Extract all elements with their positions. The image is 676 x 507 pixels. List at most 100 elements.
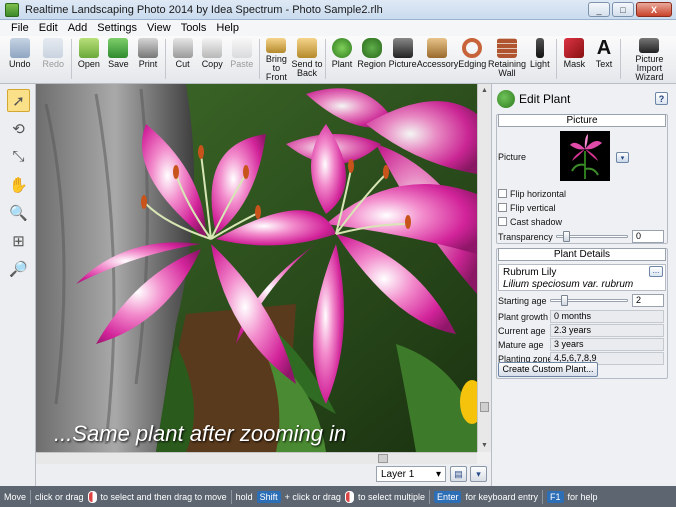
zoom-in-icon[interactable]: 🔍 <box>7 201 30 224</box>
copy-icon <box>202 38 223 58</box>
cast-shadow-label: Cast shadow <box>510 217 563 227</box>
mature-age-value: 3 years <box>550 338 664 351</box>
region-icon <box>361 38 382 58</box>
menu-tools[interactable]: Tools <box>176 22 212 34</box>
picture-dropdown-button[interactable]: ▾ <box>616 152 629 163</box>
menu-view[interactable]: View <box>142 22 176 34</box>
menu-settings[interactable]: Settings <box>92 22 142 34</box>
current-age-value: 2.3 years <box>550 324 664 337</box>
layer-menu-button[interactable]: ▾ <box>470 466 487 482</box>
toolbar-separator <box>71 39 73 79</box>
menu-bar: File Edit Add Settings View Tools Help <box>0 20 676 36</box>
mouse-left-icon <box>344 490 354 503</box>
horizontal-scroll-thumb[interactable] <box>378 454 388 463</box>
copy-button[interactable]: Copy <box>197 36 227 82</box>
minimize-button[interactable]: _ <box>588 2 610 17</box>
status-hint-multiple: to select multiple <box>357 491 425 502</box>
menu-add[interactable]: Add <box>63 22 93 34</box>
print-button[interactable]: Print <box>133 36 163 82</box>
save-icon <box>108 38 129 58</box>
text-button[interactable]: A Text <box>590 36 618 82</box>
status-plus-click: + click or drag <box>284 491 341 502</box>
flip-vertical-label: Flip vertical <box>510 203 556 213</box>
help-button[interactable]: ? <box>655 92 668 105</box>
cut-button[interactable]: Cut <box>168 36 198 82</box>
photo-caption: ...Same plant after zooming in <box>54 421 347 446</box>
plant-button[interactable]: Plant <box>328 36 357 82</box>
accessory-icon <box>427 38 448 58</box>
status-bar: Move click or drag to select and then dr… <box>0 486 676 507</box>
window-title: Realtime Landscaping Photo 2014 by Idea … <box>25 3 383 16</box>
transparency-input[interactable]: 0 <box>632 230 664 243</box>
edit-plant-panel: Edit Plant ? Picture Picture ▾ Flip hori… <box>491 84 676 486</box>
starting-age-label: Starting age <box>498 296 547 306</box>
status-separator <box>428 489 430 504</box>
open-button[interactable]: Open <box>74 36 104 82</box>
status-f1-hint: for help <box>567 491 598 502</box>
edging-button[interactable]: Edging <box>456 36 488 82</box>
transparency-label: Transparency <box>498 232 553 242</box>
cast-shadow-checkbox[interactable] <box>498 217 507 226</box>
photo-canvas[interactable]: ...Same plant after zooming in <box>36 84 477 452</box>
close-button[interactable]: X <box>636 2 672 17</box>
pan-hand-icon[interactable]: ✋ <box>7 173 30 196</box>
send-to-back-button[interactable]: Send to Back <box>291 36 323 82</box>
zoom-fit-icon[interactable]: ⊞ <box>7 229 30 252</box>
redo-button[interactable]: Redo <box>38 36 70 82</box>
rotate-icon[interactable]: ⟲ <box>7 117 30 140</box>
layer-bar: Layer 1 ▾ ▤ ▾ <box>36 464 491 486</box>
picture-label: Picture <box>498 152 527 162</box>
light-button[interactable]: Light <box>526 36 554 82</box>
mask-button[interactable]: Mask <box>559 36 591 82</box>
plant-name-box: Rubrum Lily Lilium speciosum var. rubrum <box>498 264 666 291</box>
paste-button[interactable]: Paste <box>227 36 257 82</box>
picture-import-wizard-button[interactable]: Picture Import Wizard <box>623 36 676 82</box>
status-separator <box>230 489 232 504</box>
create-custom-plant-button[interactable]: Create Custom Plant... <box>498 362 598 377</box>
vertical-scroll-thumb[interactable] <box>480 402 489 412</box>
plant-details-header: Plant Details <box>498 248 666 261</box>
transparency-slider-thumb[interactable] <box>562 231 570 242</box>
menu-help[interactable]: Help <box>211 22 244 34</box>
bring-front-icon <box>266 38 287 53</box>
layer-settings-button[interactable]: ▤ <box>450 466 467 482</box>
horizontal-scrollbar[interactable] <box>36 452 477 464</box>
starting-age-slider-thumb[interactable] <box>560 295 568 306</box>
title-bar: Realtime Landscaping Photo 2014 by Idea … <box>0 0 676 20</box>
accessory-button[interactable]: Accessory <box>417 36 458 82</box>
region-button[interactable]: Region <box>356 36 387 82</box>
bring-to-front-button[interactable]: Bring to Front <box>262 36 292 82</box>
starting-age-input[interactable]: 2 <box>632 294 664 307</box>
shift-key-badge: Shift <box>256 490 281 503</box>
tool-palette: ➚ ⟲ ⤡ ✋ 🔍 ⊞ 🔎 <box>0 84 36 486</box>
resize-icon[interactable]: ⤡ <box>7 145 30 168</box>
menu-edit[interactable]: Edit <box>34 22 63 34</box>
picture-button[interactable]: Picture <box>387 36 419 82</box>
maximize-button[interactable]: □ <box>612 2 634 17</box>
undo-button[interactable]: Undo <box>2 36 38 82</box>
status-hint-click: click or drag <box>35 491 84 502</box>
toolbar-separator <box>619 39 621 79</box>
toolbar-separator <box>258 39 260 79</box>
vertical-scrollbar[interactable]: ▲ ▼ <box>477 84 491 452</box>
send-back-icon <box>296 38 317 58</box>
plant-thumbnail[interactable] <box>560 131 610 181</box>
plant-growth-value: 0 months <box>550 310 664 323</box>
wizard-icon <box>639 38 660 53</box>
menu-file[interactable]: File <box>6 22 34 34</box>
layer-select[interactable]: Layer 1 ▾ <box>376 466 446 482</box>
scroll-down-icon[interactable]: ▼ <box>478 439 491 452</box>
choose-plant-button[interactable]: ... <box>649 266 663 277</box>
redo-icon <box>43 38 64 58</box>
plant-growth-label: Plant growth <box>498 312 549 322</box>
retaining-wall-button[interactable]: Retaining Wall <box>488 36 526 82</box>
flip-horizontal-label: Flip horizontal <box>510 189 567 199</box>
select-arrow-icon[interactable]: ➚ <box>7 89 30 112</box>
enter-key-badge: Enter <box>433 490 462 503</box>
flip-vertical-checkbox[interactable] <box>498 203 507 212</box>
status-separator <box>542 489 544 504</box>
scroll-up-icon[interactable]: ▲ <box>478 84 491 97</box>
save-button[interactable]: Save <box>104 36 134 82</box>
zoom-out-icon[interactable]: 🔎 <box>7 257 30 280</box>
flip-horizontal-checkbox[interactable] <box>498 189 507 198</box>
